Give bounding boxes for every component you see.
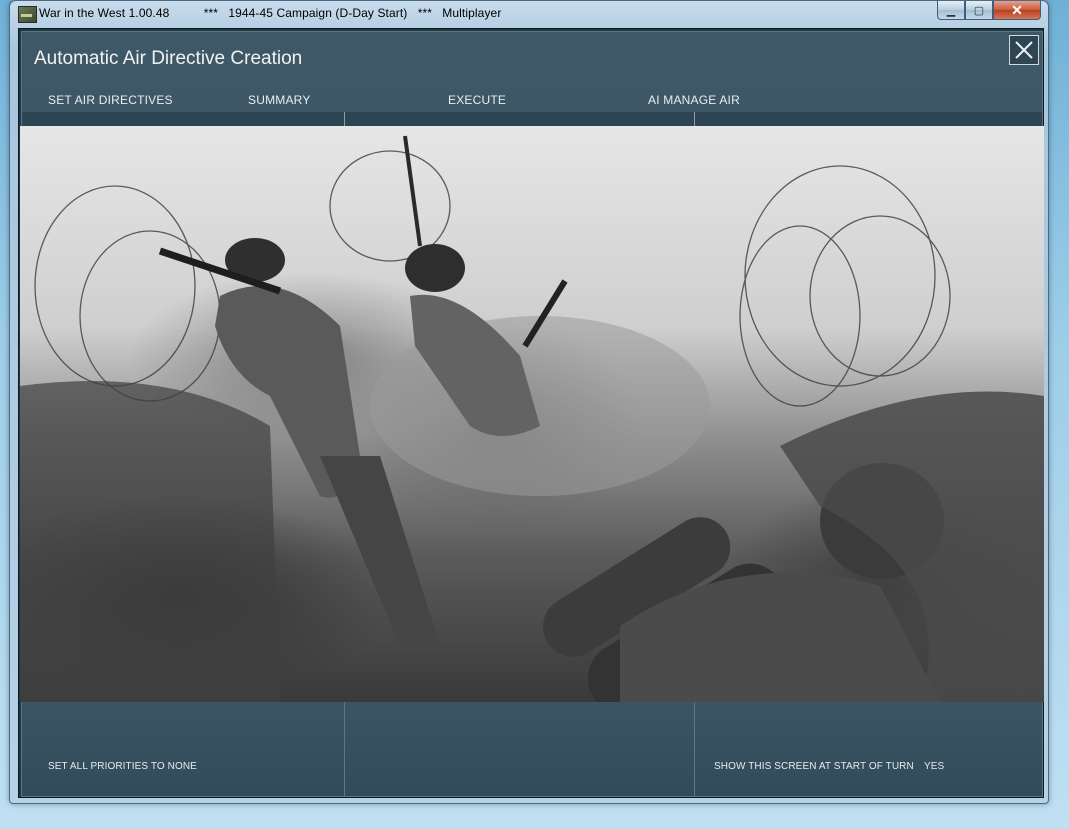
header-divider	[344, 112, 345, 126]
footer-divider	[344, 702, 345, 796]
app-icon	[18, 6, 37, 23]
title-bar[interactable]: War in the West 1.00.48 *** 1944-45 Camp…	[10, 1, 1048, 27]
photo-illustration	[20, 135, 1044, 702]
close-icon	[1015, 41, 1033, 59]
tab-set-air-directives[interactable]: SET AIR DIRECTIVES	[48, 93, 173, 107]
footer-divider	[694, 702, 695, 796]
show-screen-at-start-label: SHOW THIS SCREEN AT START OF TURN	[714, 761, 914, 772]
app-window: War in the West 1.00.48 *** 1944-45 Camp…	[9, 0, 1049, 804]
window-title: War in the West 1.00.48 *** 1944-45 Camp…	[39, 6, 502, 20]
tab-ai-manage-air[interactable]: AI MANAGE AIR	[648, 93, 740, 107]
maximize-button[interactable]: ▢	[965, 1, 993, 20]
header-divider	[694, 112, 695, 126]
window-close-button[interactable]: ✕	[993, 1, 1041, 20]
dialog-title: Automatic Air Directive Creation	[34, 48, 303, 69]
footer-middle-cell	[345, 702, 694, 796]
minimize-button[interactable]: ▁	[937, 1, 965, 20]
game-client-area: Automatic Air Directive Creation SET AIR…	[18, 28, 1044, 798]
dialog-close-button[interactable]	[1009, 35, 1039, 65]
set-all-priorities-none-button[interactable]: SET ALL PRIORITIES TO NONE	[48, 761, 197, 772]
window-controls: ▁ ▢ ✕	[937, 1, 1041, 20]
footer-right-cell	[695, 702, 1042, 796]
show-screen-toggle[interactable]: YES	[924, 761, 944, 772]
footer-left-cell	[22, 702, 344, 796]
tab-execute[interactable]: EXECUTE	[448, 93, 506, 107]
battlefield-photo	[20, 126, 1044, 702]
header-strip	[22, 112, 1042, 126]
tab-summary[interactable]: SUMMARY	[248, 93, 311, 107]
air-directive-dialog: Automatic Air Directive Creation SET AIR…	[20, 31, 1044, 797]
